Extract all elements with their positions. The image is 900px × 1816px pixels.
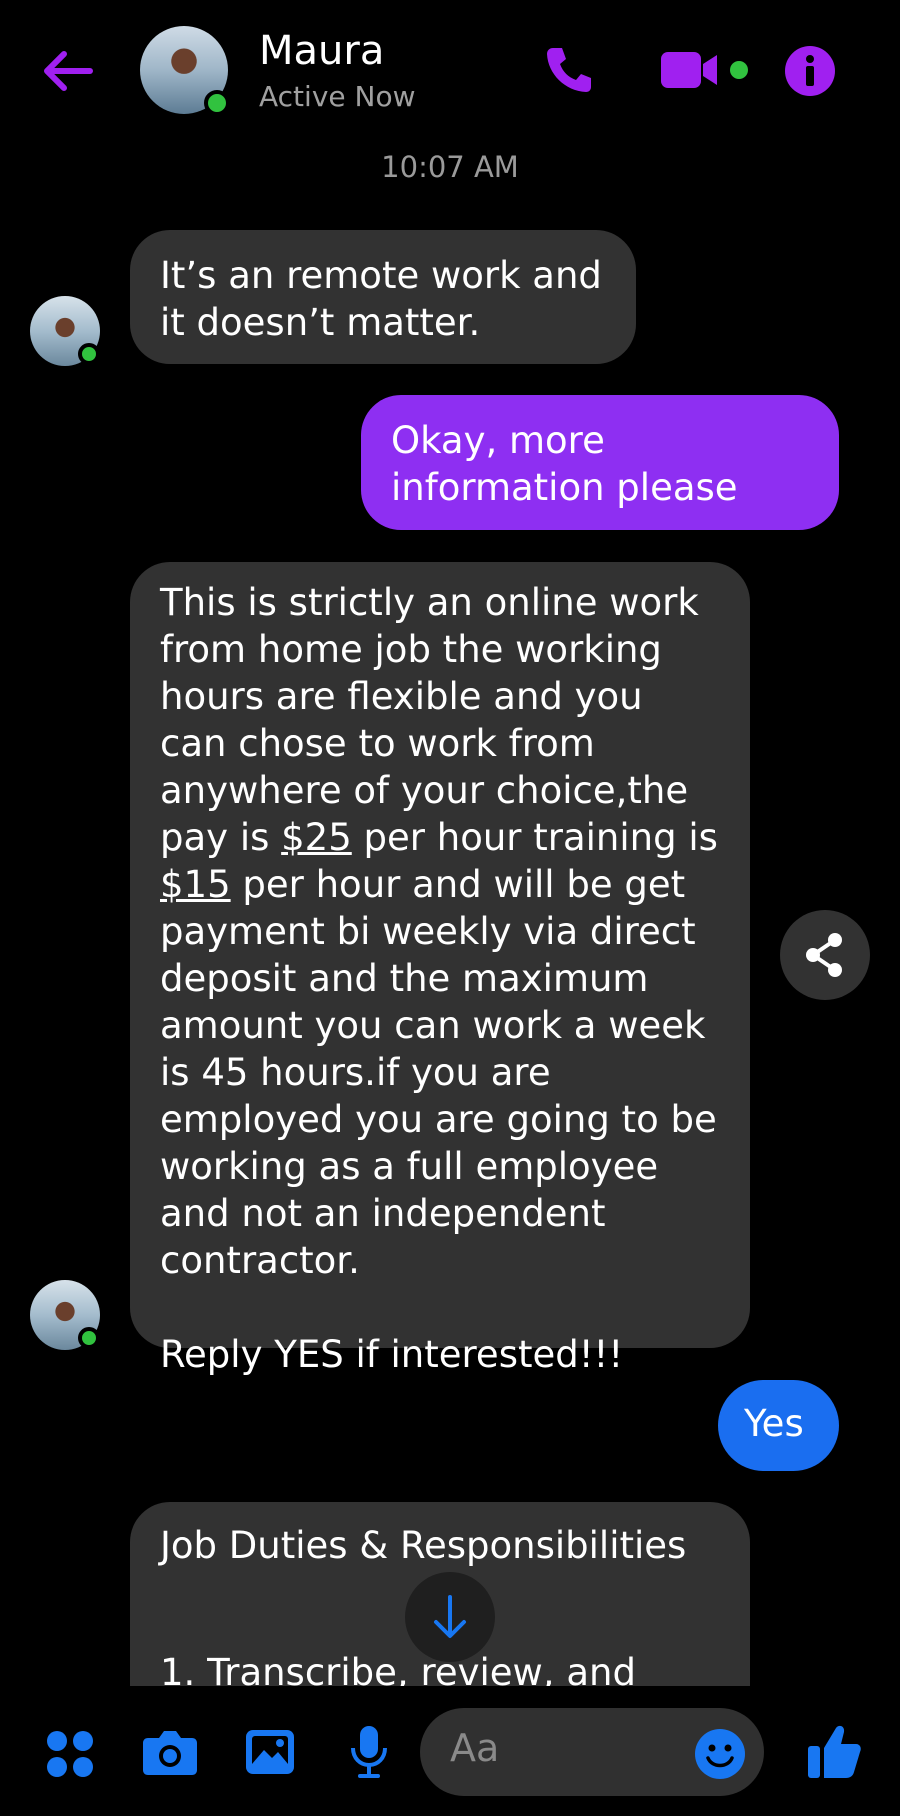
message-input-placeholder: Aa: [450, 1726, 500, 1770]
camera-icon[interactable]: [142, 1728, 198, 1776]
message-timestamp: 10:07 AM: [381, 150, 519, 184]
message-bubble-outgoing[interactable]: Okay, more information please: [361, 395, 839, 530]
message-bubble-outgoing[interactable]: Yes: [718, 1380, 839, 1471]
more-actions-icon[interactable]: [46, 1730, 94, 1778]
contact-status: Active Now: [259, 80, 416, 113]
message-bubble-incoming[interactable]: This is strictly an online work from hom…: [130, 562, 750, 1376]
message-text: This is strictly an online work from hom…: [160, 581, 718, 1282]
share-button[interactable]: [780, 910, 870, 1000]
training-pay-link[interactable]: $15: [160, 863, 231, 906]
message-bubble-incoming[interactable]: It’s an remote work and it doesn’t matte…: [130, 230, 636, 364]
arrow-down-icon: [434, 1595, 466, 1638]
message-text: Okay, more information please: [391, 419, 738, 509]
phone-icon[interactable]: [543, 44, 595, 96]
message-text: Yes: [744, 1402, 804, 1445]
video-active-dot: [730, 61, 748, 79]
pay-amount-link[interactable]: $25: [281, 816, 352, 859]
online-indicator: [78, 343, 100, 365]
microphone-icon[interactable]: [348, 1724, 390, 1780]
scroll-to-bottom-button[interactable]: [405, 1572, 495, 1662]
info-icon[interactable]: [785, 46, 835, 96]
emoji-icon[interactable]: [694, 1728, 746, 1780]
video-camera-icon[interactable]: [661, 50, 719, 90]
gallery-icon[interactable]: [244, 1728, 296, 1776]
message-title: Job Duties & Responsibilities: [160, 1524, 687, 1567]
message-text: It’s an remote work and it doesn’t matte…: [160, 254, 602, 344]
thumbs-up-icon[interactable]: [806, 1722, 862, 1780]
online-indicator: [78, 1327, 100, 1349]
message-text: Reply YES if interested!!!: [160, 1333, 624, 1376]
online-indicator: [204, 90, 230, 116]
back-arrow-icon[interactable]: [38, 42, 96, 100]
share-icon: [806, 933, 842, 977]
contact-name[interactable]: Maura: [259, 28, 384, 74]
